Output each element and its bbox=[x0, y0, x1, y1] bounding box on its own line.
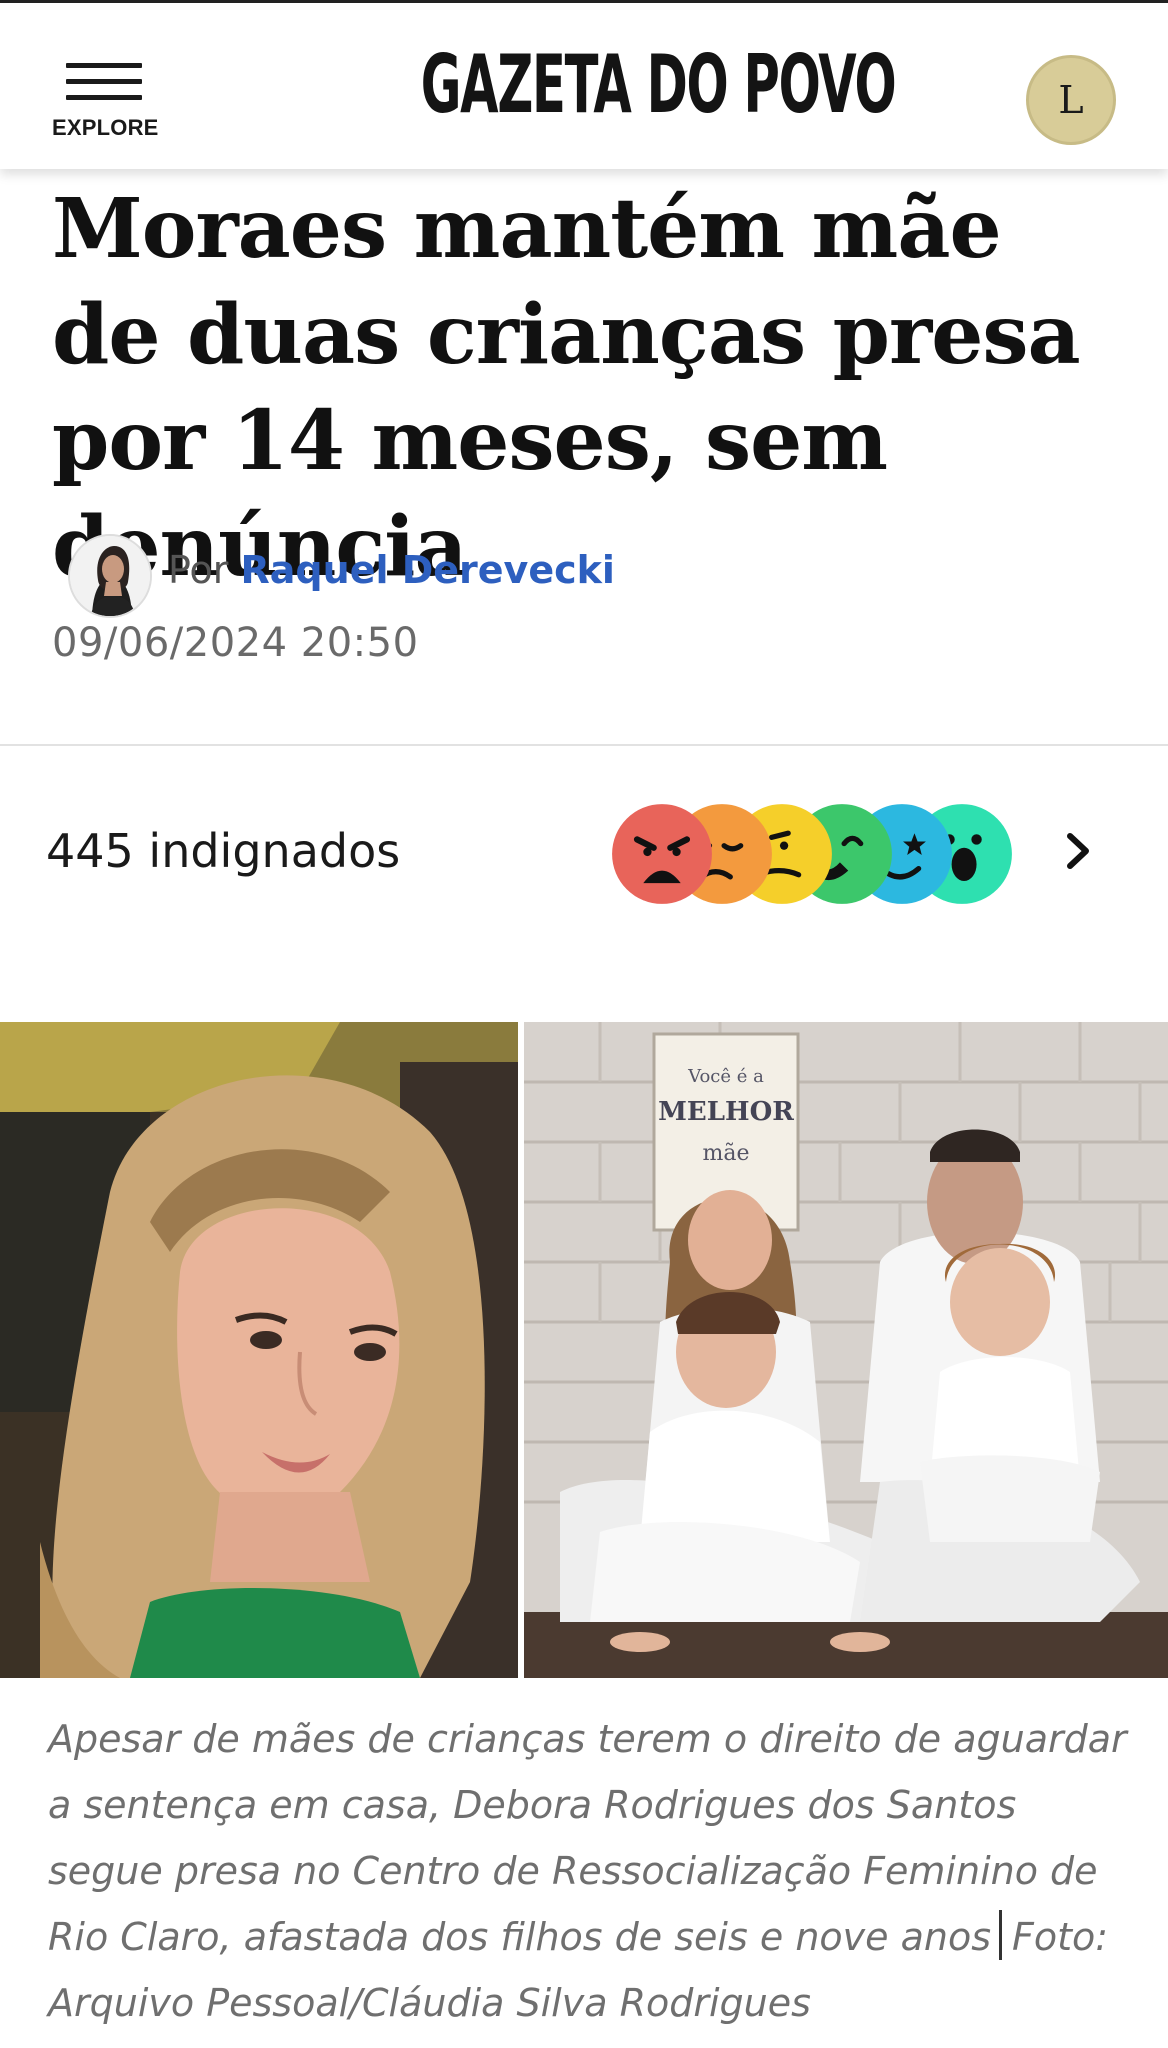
angry-face-icon bbox=[612, 804, 712, 904]
reaction-count: 445 indignados bbox=[46, 824, 401, 878]
site-logo[interactable]: GAZETA DO POVO bbox=[421, 35, 897, 135]
publish-date: 09/06/2024 20:50 bbox=[52, 620, 419, 666]
poster-line-2: MELHOR bbox=[658, 1097, 794, 1127]
site-header: EXPLORE GAZETA DO POVO L bbox=[0, 3, 1168, 169]
author-portrait-icon bbox=[70, 536, 150, 616]
poster-line-1: Você é a bbox=[687, 1066, 764, 1087]
byline-prefix: Por bbox=[168, 548, 229, 592]
photo-illustration: Você é a MELHOR mãe bbox=[0, 1022, 1168, 1678]
hamburger-icon bbox=[66, 63, 142, 68]
photo-caption: Apesar de mães de crianças terem o direi… bbox=[48, 1717, 1127, 1959]
author-avatar[interactable] bbox=[68, 534, 152, 618]
article-photo[interactable]: Você é a MELHOR mãe bbox=[0, 1022, 1168, 1678]
byline-text: Por Raquel Derevecki bbox=[168, 548, 615, 592]
article-headline: Moraes mantém mãe de duas crianças presa… bbox=[52, 181, 1081, 595]
menu-label: EXPLORE bbox=[52, 115, 159, 140]
photo-caption-block: Apesar de mães de crianças terem o direi… bbox=[48, 1706, 1138, 2036]
user-avatar[interactable]: L bbox=[1026, 55, 1116, 145]
menu-button[interactable]: EXPLORE bbox=[52, 61, 159, 145]
reactions-bar: 445 indignados bbox=[0, 790, 1168, 910]
divider bbox=[0, 744, 1168, 746]
poster-line-3: mãe bbox=[703, 1141, 750, 1166]
chevron-right-icon[interactable] bbox=[1058, 826, 1098, 876]
author-link[interactable]: Raquel Derevecki bbox=[241, 548, 615, 592]
reaction-emoji-stack[interactable] bbox=[610, 798, 1030, 908]
caption-separator bbox=[999, 1910, 1003, 1960]
